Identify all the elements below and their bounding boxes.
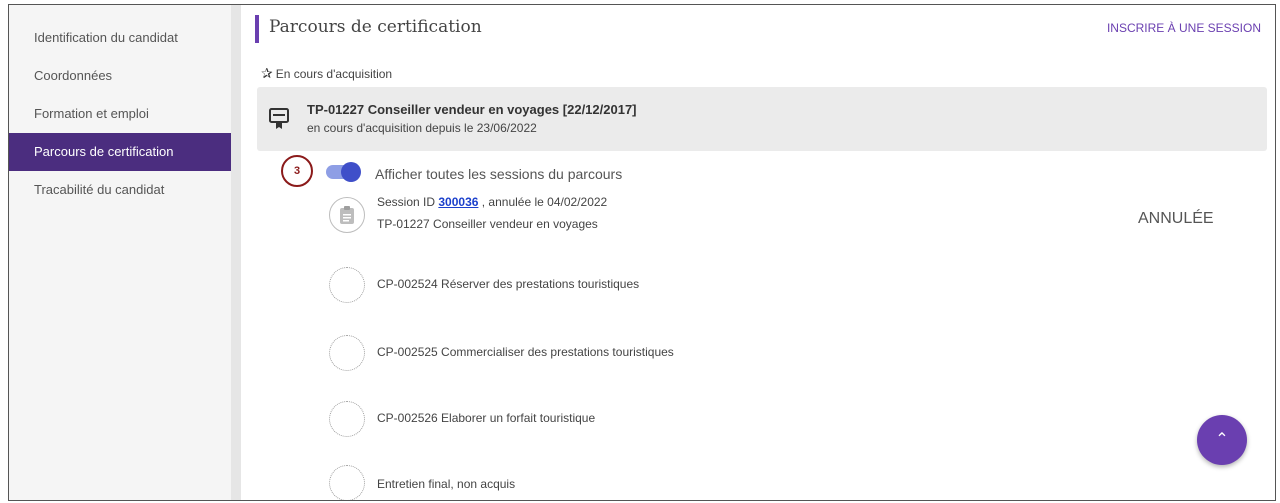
toggle-label: Afficher toutes les sessions du parcours <box>375 166 623 182</box>
certificate-icon <box>269 108 289 129</box>
certification-card[interactable]: TP-01227 Conseiller vendeur en voyages [… <box>257 87 1267 151</box>
sidebar-item-tracabilite[interactable]: Tracabilité du candidat <box>9 171 231 209</box>
status-badge: ANNULÉE <box>1138 210 1214 227</box>
module-item: CP-002525 Commercialiser des prestations… <box>377 345 674 359</box>
app-frame: Identification du candidat Coordonnées F… <box>8 4 1276 501</box>
sidebar-item-formation[interactable]: Formation et emploi <box>9 95 231 133</box>
session-prefix: Session ID <box>377 195 436 209</box>
clipboard-icon <box>329 197 365 233</box>
step-badge: 3 <box>281 155 313 187</box>
module-item: Entretien final, non acquis <box>377 477 516 491</box>
module-status-icon <box>329 465 365 500</box>
section-heading: ✰ En cours d'acquisition <box>261 65 392 82</box>
star-icon: ✰ <box>261 65 273 81</box>
sidebar-scrollbar[interactable] <box>231 5 241 500</box>
module-status-icon <box>329 401 365 437</box>
sidebar: Identification du candidat Coordonnées F… <box>9 5 231 500</box>
chevron-up-icon: ⌃ <box>1215 431 1229 448</box>
module-item: CP-002524 Réserver des prestations touri… <box>377 277 640 291</box>
certification-title: TP-01227 Conseiller vendeur en voyages [… <box>307 102 637 117</box>
session-id-link[interactable]: 300036 <box>438 195 478 209</box>
module-status-icon <box>329 267 365 303</box>
sidebar-item-identification[interactable]: Identification du candidat <box>9 19 231 57</box>
header-accent-bar <box>255 15 259 43</box>
section-label: En cours d'acquisition <box>275 66 393 81</box>
session-suffix: , annulée le 04/02/2022 <box>481 195 608 209</box>
inscrire-session-button[interactable]: INSCRIRE À UNE SESSION <box>1107 21 1261 35</box>
session-info: Session ID 300036 , annulée le 04/02/202… <box>377 195 607 209</box>
scroll-top-button[interactable]: ⌃ <box>1197 415 1247 465</box>
toggle-knob <box>341 162 361 182</box>
sidebar-item-parcours[interactable]: Parcours de certification <box>9 133 231 171</box>
show-all-sessions-toggle[interactable] <box>326 162 361 182</box>
sidebar-item-coordonnees[interactable]: Coordonnées <box>9 57 231 95</box>
module-item: CP-002526 Elaborer un forfait touristiqu… <box>377 411 596 425</box>
main-content: Parcours de certification INSCRIRE À UNE… <box>241 5 1275 500</box>
module-status-icon <box>329 335 365 371</box>
session-title: TP-01227 Conseiller vendeur en voyages <box>377 217 598 231</box>
certification-subtitle: en cours d'acquisition depuis le 23/06/2… <box>307 121 537 135</box>
page-header: Parcours de certification INSCRIRE À UNE… <box>255 15 1275 43</box>
page-title: Parcours de certification <box>269 17 482 37</box>
